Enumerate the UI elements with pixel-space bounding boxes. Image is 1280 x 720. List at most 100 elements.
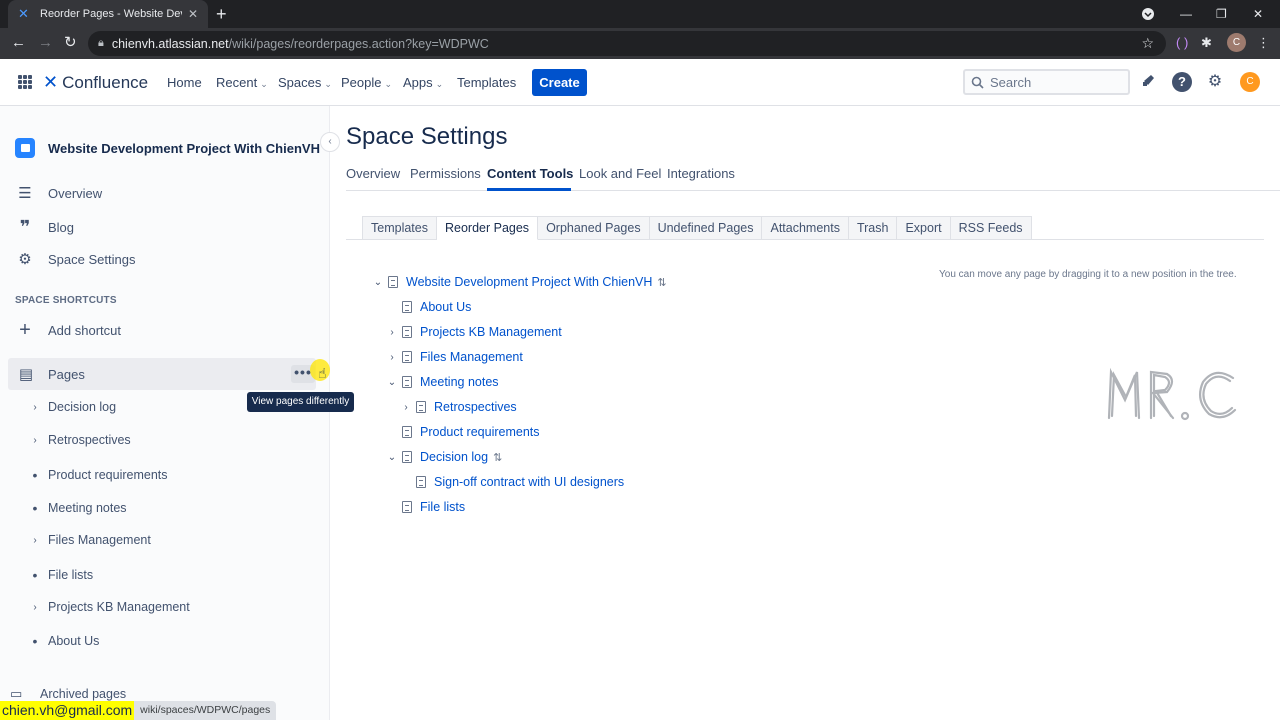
tree-page-link[interactable]: About Us [420,300,471,314]
subtab-attachments[interactable]: Attachments [762,216,849,240]
sidebar-tree-item[interactable]: › Retrospectives [30,433,130,447]
status-url: wiki/spaces/WDPWC/pages [134,701,277,720]
space-header[interactable]: Website Development Project With ChienVH [15,138,320,158]
collapse-sidebar-button[interactable]: ‹ [320,132,340,152]
browser-tab[interactable]: ✕ Reorder Pages - Website Develop ✕ [8,0,208,28]
chevron-right-icon[interactable]: › [30,535,40,546]
subtab-orphaned-pages[interactable]: Orphaned Pages [538,216,650,240]
sidebar-item-pages[interactable]: ▤ Pages ••• [8,358,316,390]
nav-templates[interactable]: Templates [457,75,516,90]
expand-chevron-icon[interactable]: › [400,402,412,413]
sidebar-item-blog[interactable]: ❞ Blog [15,217,74,238]
chevron-right-icon[interactable]: › [30,602,40,613]
sidebar-tree-item[interactable]: › Files Management [30,533,151,547]
tree-page-link[interactable]: Decision log [420,450,488,464]
page-icon [402,451,412,463]
tab-permissions[interactable]: Permissions [410,166,481,181]
sidebar-item-overview[interactable]: ☰ Overview [15,184,102,202]
nav-spaces[interactable]: Spaces ⌄ [278,75,332,90]
expand-chevron-icon[interactable]: › [386,327,398,338]
tree-page-link[interactable]: Retrospectives [434,400,517,414]
back-icon[interactable]: ← [11,34,26,52]
nav-people[interactable]: People ⌄ [341,75,392,90]
tree-row[interactable]: Sign-off contract with UI designers [400,475,624,489]
bookmark-star-icon[interactable]: ☆ [1141,35,1154,52]
forward-icon[interactable]: → [38,34,53,52]
subtab-export[interactable]: Export [897,216,951,240]
user-avatar[interactable]: C [1240,72,1260,92]
tree-row[interactable]: › Files Management [386,350,523,364]
reload-icon[interactable]: ↻ [64,34,77,52]
tree-page-link[interactable]: File lists [420,500,465,514]
nav-apps[interactable]: Apps ⌄ [403,75,443,90]
subtab-reorder-pages[interactable]: Reorder Pages [436,216,539,240]
tree-row[interactable]: About Us [386,300,471,314]
tree-row[interactable]: ⌄ Website Development Project With Chien… [372,275,667,289]
sidebar-tree-item[interactable]: • Meeting notes [30,500,127,516]
sort-alpha-icon[interactable]: ⇅ [493,451,502,464]
chevron-right-icon[interactable]: › [30,402,40,413]
puzzle-icon[interactable]: ✱ [1201,34,1212,52]
archived-pages-link[interactable]: ▭ Archived pages [10,686,126,702]
tree-page-link[interactable]: Website Development Project With ChienVH [406,275,652,289]
tab-content-tools[interactable]: Content Tools [487,166,573,181]
confluence-logo[interactable]: ✕ Confluence [43,72,148,93]
nav-home[interactable]: Home [167,75,202,90]
close-tab-icon[interactable]: ✕ [188,7,198,21]
tooltip: View pages differently [247,392,354,412]
browser-profile-avatar[interactable]: C [1227,33,1246,52]
tree-row[interactable]: File lists [386,500,465,514]
add-shortcut-button[interactable]: + Add shortcut [15,319,121,342]
subtab-templates[interactable]: Templates [362,216,437,240]
tree-row[interactable]: ⌄ Decision log ⇅ [386,450,503,464]
notifications-megaphone-icon[interactable] [1139,72,1159,92]
search-box[interactable] [963,69,1130,95]
nav-recent[interactable]: Recent ⌄ [216,75,268,90]
sort-alpha-icon[interactable]: ⇅ [657,276,666,289]
tab-look-and-feel[interactable]: Look and Feel [579,166,661,181]
collapse-chevron-icon[interactable]: ⌄ [372,277,384,288]
tree-row[interactable]: ⌄ Meeting notes [386,375,499,389]
browser-menu-icon[interactable]: ⋮ [1257,34,1270,52]
app-switcher-icon[interactable] [18,75,32,89]
tab-integrations[interactable]: Integrations [667,166,735,181]
maximize-icon[interactable]: ❐ [1216,0,1227,28]
settings-gear-icon[interactable]: ⚙ [1205,72,1225,92]
extension-icon[interactable]: ( ) [1176,34,1188,52]
sidebar-tree-item[interactable]: › Decision log [30,400,116,414]
expand-chevron-icon[interactable]: › [386,352,398,363]
tree-page-link[interactable]: Product requirements [420,425,540,439]
tree-page-link[interactable]: Sign-off contract with UI designers [434,475,624,489]
help-icon[interactable]: ? [1172,72,1192,92]
tree-row[interactable]: Product requirements [386,425,540,439]
tree-row[interactable]: › Retrospectives [400,400,517,414]
tree-page-link[interactable]: Meeting notes [420,375,499,389]
collapse-chevron-icon[interactable]: ⌄ [386,452,398,463]
collapse-chevron-icon[interactable]: ⌄ [386,377,398,388]
subtab-undefined-pages[interactable]: Undefined Pages [649,216,763,240]
active-tab-indicator [487,188,571,191]
tree-page-link[interactable]: Files Management [420,350,523,364]
sidebar-tree-item[interactable]: › Projects KB Management [30,600,189,614]
new-tab-icon[interactable]: + [216,4,227,24]
address-bar[interactable]: 🔒︎ chienvh.atlassian.net/wiki/pages/reor… [88,31,1166,56]
search-input[interactable] [990,74,1120,90]
create-button[interactable]: Create [532,69,587,96]
subtab-rss-feeds[interactable]: RSS Feeds [950,216,1032,240]
archive-icon: ▭ [10,686,23,701]
subtab-trash[interactable]: Trash [848,216,898,240]
sidebar-tree-item[interactable]: • About Us [30,633,100,649]
tab-overview[interactable]: Overview [346,166,400,181]
tab-search-icon[interactable] [1141,0,1155,28]
minimize-icon[interactable]: — [1180,0,1192,28]
tree-page-link[interactable]: Projects KB Management [420,325,562,339]
space-sidebar: Website Development Project With ChienVH… [0,106,330,720]
sidebar-tree-item[interactable]: • File lists [30,567,94,583]
tree-row[interactable]: › Projects KB Management [386,325,562,339]
close-window-icon[interactable]: ✕ [1253,0,1263,28]
sidebar-item-space-settings[interactable]: ⚙ Space Settings [15,250,135,268]
product-name: Confluence [62,72,149,92]
sidebar-tree-item[interactable]: • Product requirements [30,467,168,483]
chevron-down-icon: ⌄ [324,79,332,89]
chevron-right-icon[interactable]: › [30,435,40,446]
